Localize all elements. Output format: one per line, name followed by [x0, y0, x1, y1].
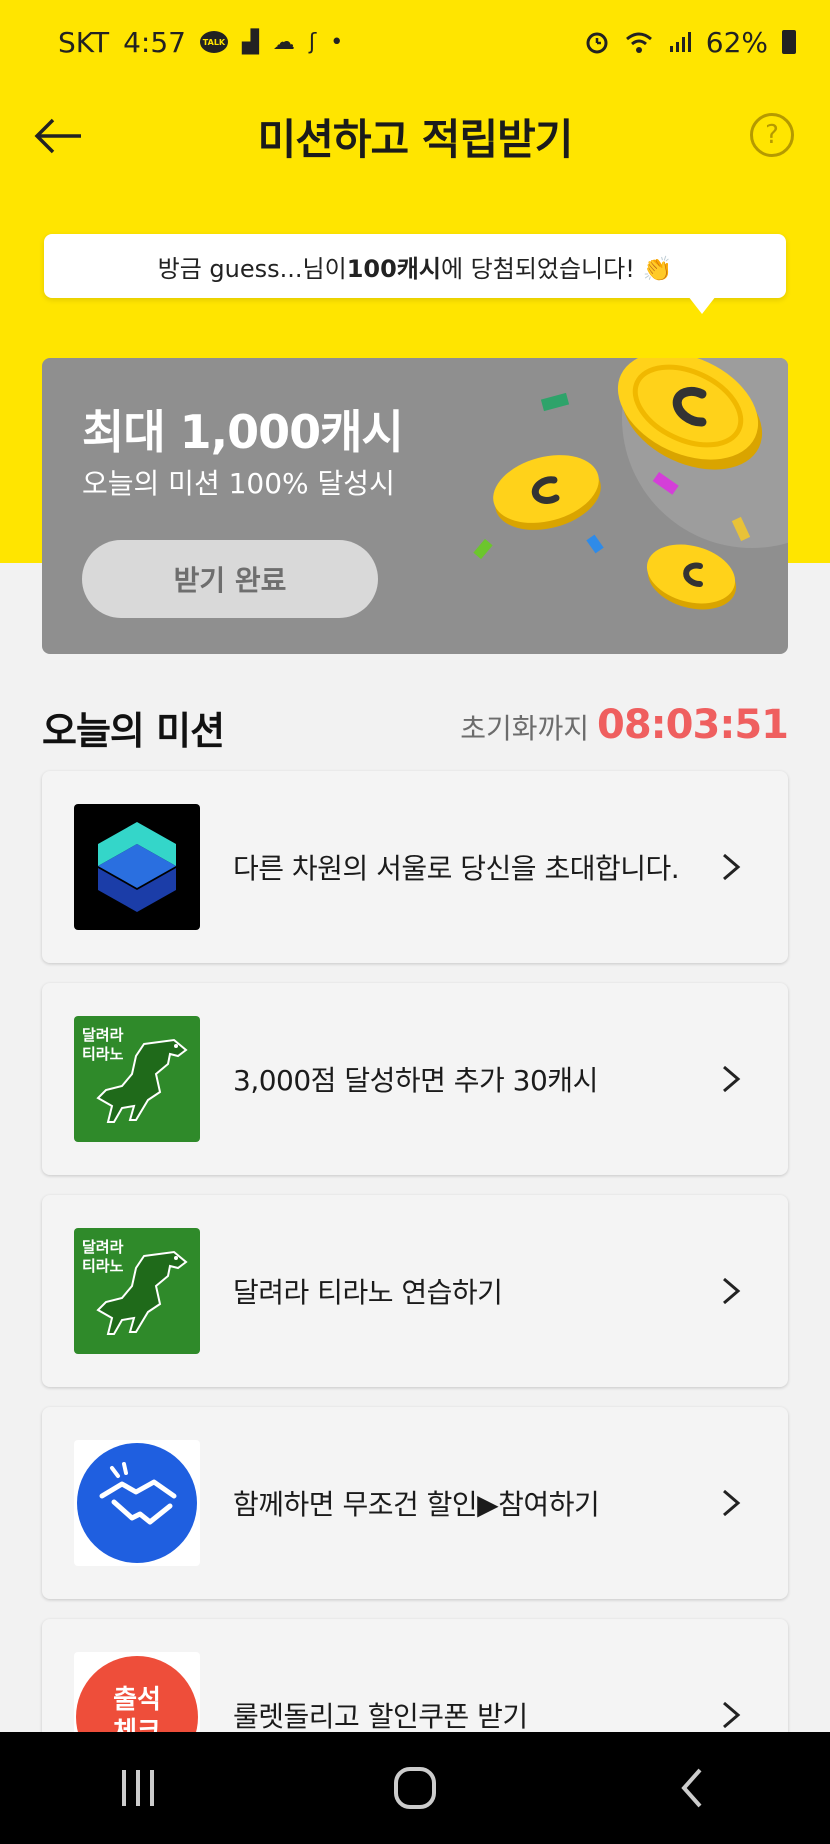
- mission-list: 다른 차원의 서울로 당신을 초대합니다. 달려라 티라노 3,000점 달성하…: [42, 771, 788, 1831]
- section-title: 오늘의 미션: [42, 709, 225, 753]
- mission-card[interactable]: 달려라 티라노 3,000점 달성하면 추가 30캐시: [42, 983, 788, 1175]
- home-button[interactable]: [375, 1748, 455, 1828]
- chevron-right-icon: [723, 1701, 741, 1729]
- battery-icon: [782, 30, 796, 54]
- handshake-icon: [74, 1440, 200, 1566]
- status-left: SKT 4:57 TALK ▟ ☁ ʃ •: [58, 26, 343, 59]
- status-bar: SKT 4:57 TALK ▟ ☁ ʃ • 62%: [0, 0, 830, 84]
- reward-banner: 최대 1,000캐시 오늘의 미션 100% 달성시 받기 완료: [42, 358, 788, 654]
- app-icon: ʃ: [308, 29, 317, 55]
- tirano-game-icon: 달려라 티라노: [74, 1228, 200, 1354]
- home-icon: [393, 1767, 436, 1809]
- wifi-icon: [625, 32, 652, 53]
- mission-label: 함께하면 무조건 할인▶참여하기: [233, 1488, 600, 1521]
- talk-icon: TALK: [199, 31, 228, 53]
- system-nav-bar: [0, 1732, 830, 1844]
- back-chevron-icon: [680, 1768, 702, 1808]
- dot-icon: •: [330, 29, 344, 55]
- mission-card[interactable]: 달려라 티라노 달려라 티라노 연습하기: [42, 1195, 788, 1387]
- mission-card[interactable]: 함께하면 무조건 할인▶참여하기: [42, 1407, 788, 1599]
- signal-icon: [669, 32, 691, 52]
- chevron-right-icon: [723, 1489, 741, 1517]
- mission-card[interactable]: 다른 차원의 서울로 당신을 초대합니다.: [42, 771, 788, 963]
- app-header: 미션하고 적립받기 ?: [0, 96, 830, 176]
- back-button[interactable]: [30, 108, 86, 164]
- clock-label: 4:57: [123, 25, 186, 59]
- status-right: 62%: [584, 26, 796, 59]
- reset-timer: 08:03:51: [597, 702, 789, 748]
- back-arrow-icon: [34, 118, 81, 154]
- recent-apps-icon: [122, 1770, 155, 1806]
- back-nav-button[interactable]: [652, 1748, 732, 1828]
- notice-suffix: 에 당첨되었습니다! 👏: [440, 254, 673, 283]
- battery-label: 62%: [705, 25, 768, 59]
- carrier-label: SKT: [58, 25, 110, 59]
- mission-label: 달려라 티라노 연습하기: [233, 1276, 503, 1309]
- notice-amount: 100캐시: [346, 254, 441, 283]
- alarm-icon: [586, 32, 608, 54]
- chevron-right-icon: [723, 853, 741, 881]
- cloud-icon: ☁: [272, 29, 295, 55]
- recent-apps-button[interactable]: [98, 1748, 178, 1828]
- chevron-right-icon: [723, 1065, 741, 1093]
- reset-label: 초기화까지: [460, 712, 590, 745]
- s-logo-icon: [74, 804, 200, 930]
- tirano-game-icon: 달려라 티라노: [74, 1016, 200, 1142]
- mission-label: 다른 차원의 서울로 당신을 초대합니다.: [233, 852, 680, 885]
- notice-tail: [688, 296, 716, 314]
- notification-icon: ▟: [241, 29, 259, 55]
- winner-notice: 방금 guess...님이 100캐시 에 당첨되었습니다! 👏: [44, 234, 786, 298]
- help-button[interactable]: ?: [750, 113, 794, 157]
- reset-countdown: 초기화까지 08:03:51: [460, 702, 789, 748]
- chevron-right-icon: [723, 1277, 741, 1305]
- page-title: 미션하고 적립받기: [257, 114, 574, 164]
- notice-prefix: 방금 guess...님이: [157, 254, 347, 283]
- mission-label: 3,000점 달성하면 추가 30캐시: [233, 1064, 598, 1097]
- confetti-decoration: [473, 392, 751, 560]
